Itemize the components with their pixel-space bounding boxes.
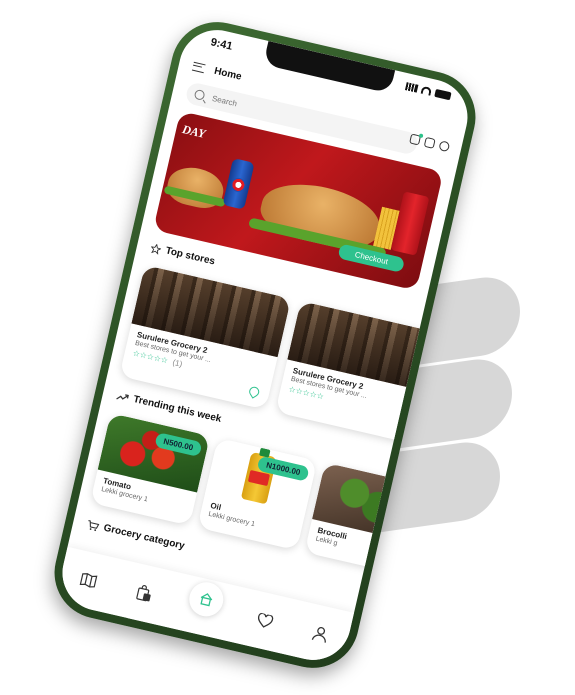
product-card[interactable]: N500.00 Tomato Lekki grocery 1	[90, 413, 211, 526]
trending-icon	[116, 393, 130, 400]
app-screen: 9:41 Home DAY	[54, 22, 476, 668]
profile-icon[interactable]	[438, 140, 451, 153]
rating-count: (1)	[171, 357, 184, 369]
price-badge: N500.00	[154, 432, 203, 458]
signal-icon	[404, 82, 419, 93]
menu-icon[interactable]	[191, 61, 206, 73]
banner-title: DAY	[180, 122, 207, 141]
stage: 9:41 Home DAY	[0, 0, 575, 695]
top-stores-label: Top stores	[164, 245, 216, 268]
battery-icon	[434, 88, 452, 101]
top-stores-heading: Top stores	[150, 242, 216, 267]
cart-icon	[88, 519, 100, 531]
shopping-bag-icon[interactable]	[130, 580, 156, 606]
cola-bottle-image	[390, 191, 430, 256]
user-icon[interactable]	[307, 621, 333, 647]
product-card[interactable]: N1000.00 Oil Lekki grocery 1	[197, 437, 318, 551]
cart-icon[interactable]	[423, 136, 436, 149]
wifi-icon	[420, 85, 433, 96]
status-time: 9:41	[209, 36, 234, 53]
search-icon	[193, 88, 206, 101]
map-icon[interactable]	[76, 567, 102, 593]
home-button[interactable]	[185, 578, 227, 620]
grocery-category-label: Grocery category	[102, 522, 186, 552]
status-icons	[404, 82, 452, 101]
phone-mockup: 9:41 Home DAY	[45, 12, 485, 678]
grocery-category-heading: Grocery category	[86, 519, 186, 552]
header-actions	[409, 133, 451, 153]
home-icon	[200, 593, 213, 607]
notification-badge	[418, 133, 424, 139]
heart-icon[interactable]	[252, 608, 278, 634]
store-card[interactable]: Surulere Grocery 2 Best stores to get yo…	[119, 264, 292, 410]
star-icon	[150, 242, 162, 255]
bottom-nav	[54, 546, 355, 668]
page-title: Home	[213, 65, 243, 83]
notification-icon[interactable]	[409, 133, 424, 146]
pepsi-can-image	[222, 158, 255, 210]
